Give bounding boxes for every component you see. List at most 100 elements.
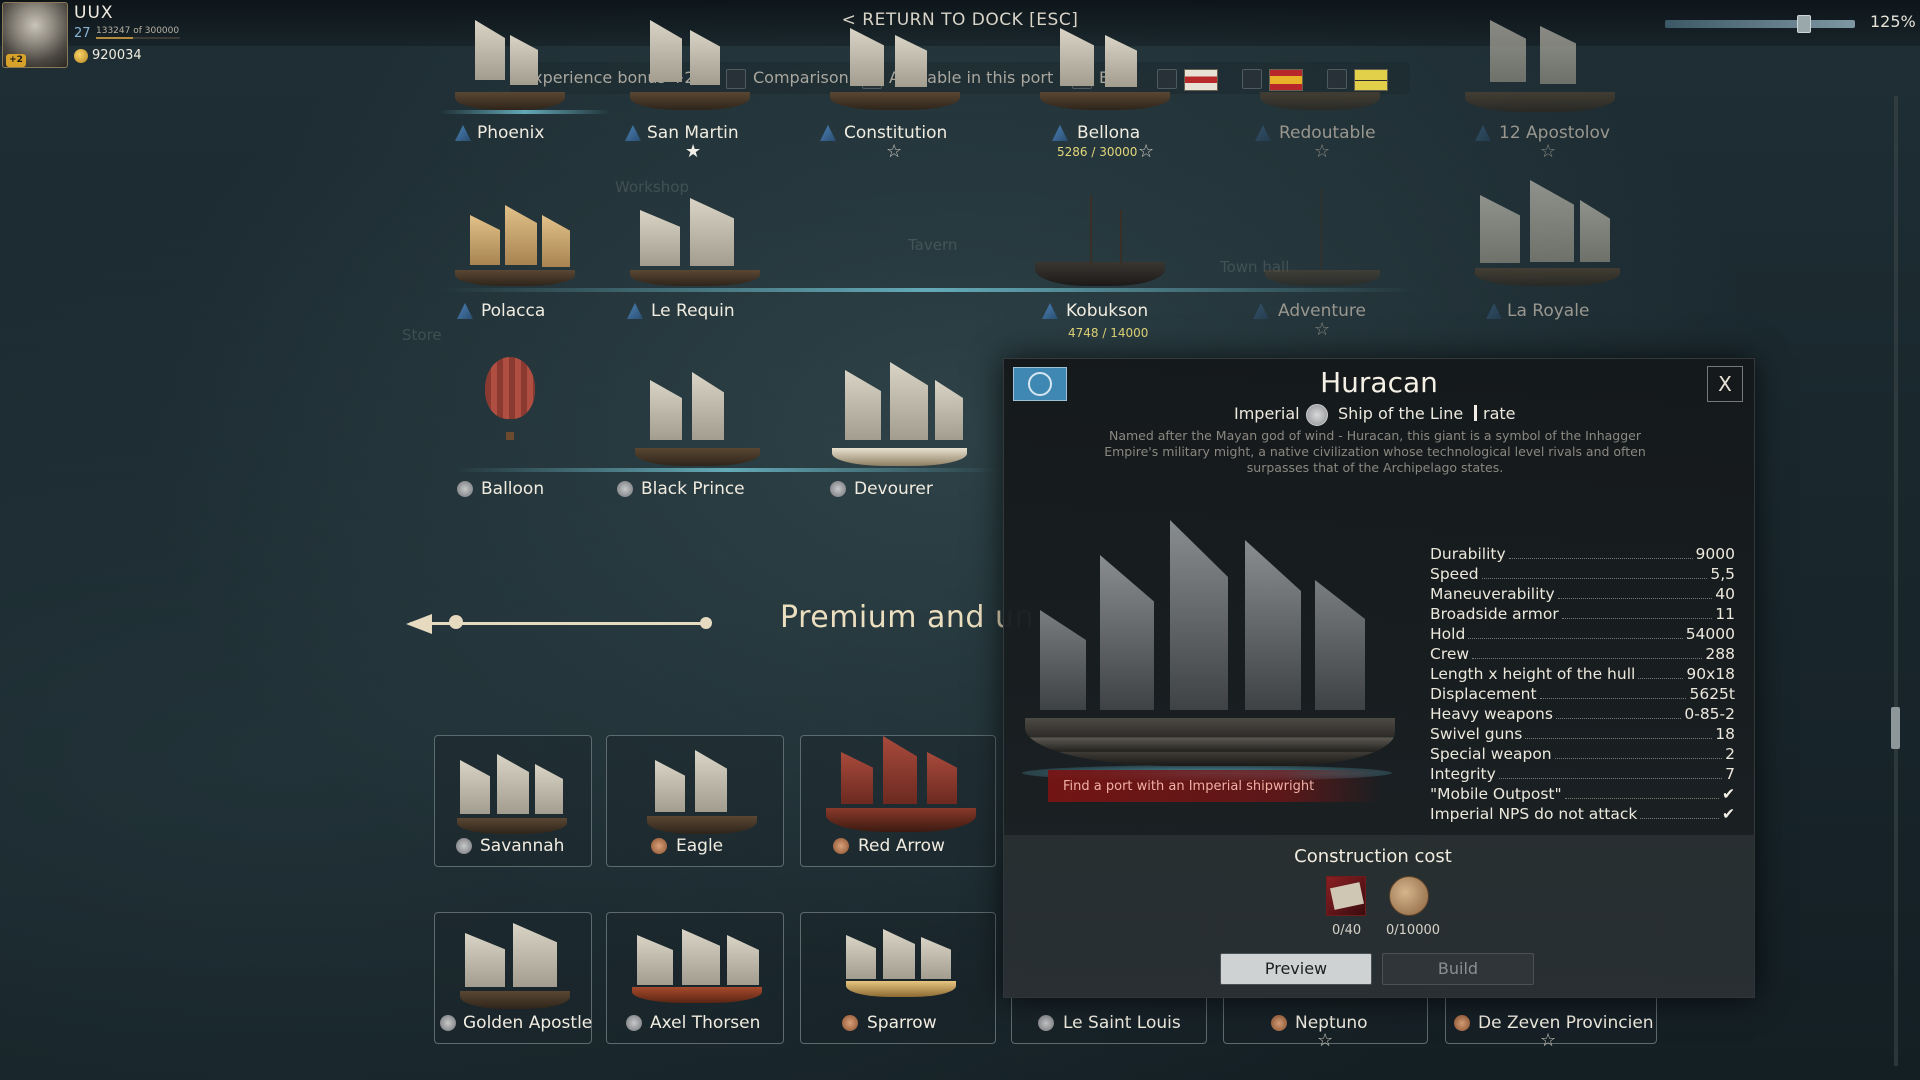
stat-label: Broadside armor bbox=[1430, 605, 1559, 623]
scrollbar-thumb[interactable] bbox=[1891, 707, 1900, 749]
stat-dots bbox=[1561, 618, 1713, 619]
ship-name: Axel Thorsen bbox=[650, 1013, 761, 1033]
water-line bbox=[455, 468, 1000, 472]
ship-sail bbox=[841, 752, 873, 804]
stat-value: 5,5 bbox=[1710, 565, 1735, 583]
ship-sail bbox=[845, 370, 881, 440]
water-line bbox=[440, 288, 1420, 292]
premium-card-sparrow[interactable]: Sparrow bbox=[800, 912, 996, 1044]
stat-displacement: Displacement 5625t bbox=[1430, 683, 1735, 703]
ship-hull bbox=[1465, 92, 1615, 112]
ship-name: Polacca bbox=[481, 301, 546, 321]
ship-hull bbox=[1260, 92, 1380, 110]
ship-name: Kobukson bbox=[1066, 301, 1149, 321]
ship-hull bbox=[455, 270, 575, 286]
premium-ship-icon bbox=[457, 481, 473, 497]
premium-ship-icon bbox=[1454, 1015, 1470, 1031]
ship-type-icon bbox=[1486, 303, 1502, 319]
ship-name: Constitution bbox=[844, 123, 948, 143]
gold-amount: 920034 bbox=[92, 48, 142, 63]
favorite-star-icon[interactable]: ☆ bbox=[1138, 143, 1154, 161]
ship-sail bbox=[505, 205, 537, 265]
ship-hull bbox=[1035, 262, 1165, 286]
premium-card-red-arrow[interactable]: Red Arrow bbox=[800, 735, 996, 867]
premium-card-eagle[interactable]: Eagle bbox=[606, 735, 784, 867]
ship-hull bbox=[832, 448, 967, 466]
stat-heavy-weapons: Heavy weapons 0-85-2 bbox=[1430, 703, 1735, 723]
stat-label: Imperial NPS do not attack bbox=[1430, 805, 1638, 823]
faction-flag-3-icon[interactable] bbox=[1354, 69, 1388, 91]
ship-sail bbox=[890, 362, 928, 440]
ship-sail bbox=[883, 929, 915, 979]
zoom-slider[interactable] bbox=[1665, 20, 1855, 28]
ship-name: Bellona bbox=[1077, 123, 1141, 143]
premium-ship-icon bbox=[440, 1015, 456, 1031]
ship-sail bbox=[921, 937, 951, 979]
ship-sail bbox=[1530, 180, 1574, 262]
faction-flag-2-icon[interactable] bbox=[1269, 69, 1303, 91]
premium-ship-icon bbox=[1038, 1015, 1054, 1031]
ship-name: Adventure bbox=[1278, 301, 1366, 321]
ship-sail bbox=[1580, 200, 1610, 262]
stat-hull-size: Length x height of the hull 90x18 bbox=[1430, 663, 1735, 683]
scrollbar-track[interactable] bbox=[1894, 96, 1898, 1066]
premium-ship-icon bbox=[842, 1015, 858, 1031]
favorite-star-icon[interactable]: ☆ bbox=[1314, 143, 1330, 161]
stat-dots bbox=[1564, 798, 1719, 799]
premium-ship-icon bbox=[651, 838, 667, 854]
rate-label: rate bbox=[1483, 404, 1516, 423]
ship-sail bbox=[935, 380, 963, 440]
favorite-star-icon[interactable]: ☆ bbox=[1540, 1032, 1556, 1050]
stat-dots bbox=[1468, 638, 1683, 639]
stat-value: 7 bbox=[1725, 765, 1735, 783]
stat-npc-no-attack: Imperial NPS do not attack ✔ bbox=[1430, 803, 1735, 823]
xp-bar bbox=[96, 37, 180, 39]
stat-hold: Hold 54000 bbox=[1430, 623, 1735, 643]
premium-ship-icon bbox=[830, 481, 846, 497]
comparison-checkbox[interactable] bbox=[726, 69, 746, 89]
ship-sail bbox=[655, 760, 685, 812]
favorite-star-icon[interactable]: ☆ bbox=[1317, 1032, 1333, 1050]
ship-hull bbox=[826, 808, 976, 832]
ship-type-icon bbox=[627, 303, 643, 319]
stat-value: 0-85-2 bbox=[1684, 705, 1735, 723]
ship-sail bbox=[1480, 195, 1520, 263]
ship-name: Golden Apostle bbox=[463, 1013, 593, 1033]
ship-stats-list: Durability 9000 Speed 5,5 Maneuverability 4… bbox=[1430, 543, 1735, 823]
ship-sail bbox=[692, 372, 724, 440]
stat-swivel-guns: Swivel guns 18 bbox=[1430, 723, 1735, 743]
build-button[interactable]: Build bbox=[1382, 953, 1534, 985]
zoom-label: 125% bbox=[1870, 12, 1916, 31]
ship-hull bbox=[846, 981, 956, 997]
zoom-slider-handle[interactable] bbox=[1797, 15, 1811, 33]
ship-sail bbox=[497, 754, 529, 814]
ship-type-icon bbox=[1042, 303, 1058, 319]
favorite-star-icon[interactable]: ★ bbox=[685, 143, 701, 161]
premium-card-golden-apostle[interactable]: Golden Apostle bbox=[434, 912, 592, 1044]
favorite-star-icon[interactable]: ☆ bbox=[1314, 321, 1330, 339]
ship-description: Named after the Mayan god of wind - Hura… bbox=[1104, 428, 1646, 475]
stat-value: 11 bbox=[1715, 605, 1735, 623]
premium-card-axel-thorsen[interactable]: Axel Thorsen bbox=[606, 912, 784, 1044]
ship-hull bbox=[457, 818, 567, 834]
faction-filter-checkbox-3[interactable] bbox=[1327, 69, 1347, 89]
faction-filter-checkbox-2[interactable] bbox=[1242, 69, 1262, 89]
ship-sail bbox=[727, 935, 759, 985]
stat-label: Durability bbox=[1430, 545, 1506, 563]
ship-type-icon bbox=[455, 125, 471, 141]
water-line bbox=[440, 110, 610, 114]
ship-mast bbox=[1120, 210, 1122, 265]
ship-mast bbox=[1090, 195, 1092, 265]
ship-name: Savannah bbox=[480, 836, 565, 856]
faction-flag-1-icon[interactable] bbox=[1184, 69, 1218, 91]
favorite-star-icon[interactable]: ☆ bbox=[886, 143, 902, 161]
close-button[interactable]: X bbox=[1707, 366, 1743, 402]
ship-name: Eagle bbox=[676, 836, 724, 856]
favorite-star-icon[interactable]: ☆ bbox=[1540, 143, 1556, 161]
stat-value: 90x18 bbox=[1686, 665, 1735, 683]
return-to-dock-button[interactable]: < RETURN TO DOCK [ESC] bbox=[840, 10, 1080, 30]
stat-dots bbox=[1498, 778, 1723, 779]
preview-button[interactable]: Preview bbox=[1220, 953, 1372, 985]
faction-filter-checkbox-1[interactable] bbox=[1157, 69, 1177, 89]
premium-card-savannah[interactable]: Savannah bbox=[434, 735, 592, 867]
